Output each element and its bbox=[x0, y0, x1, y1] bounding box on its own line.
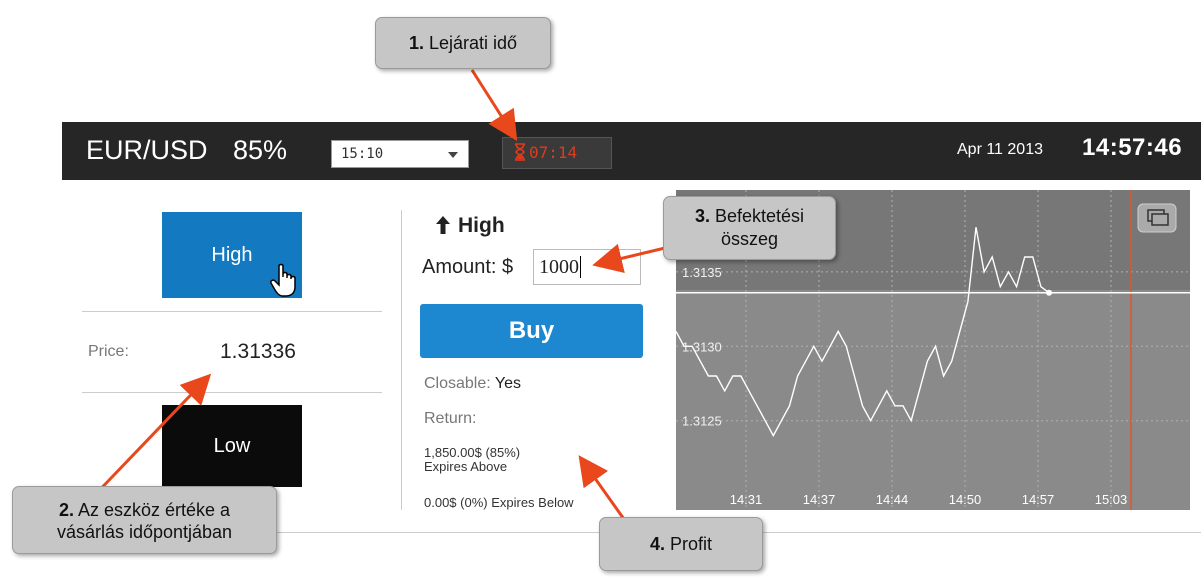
callout-text: Az eszköz értéke a bbox=[77, 500, 231, 520]
arrow-to-profit bbox=[578, 455, 628, 523]
callout-profit: 4. Profit bbox=[599, 517, 763, 571]
arrow-to-amount bbox=[592, 243, 666, 274]
callout-number: 1. bbox=[408, 33, 424, 53]
arrow-to-price bbox=[88, 373, 212, 502]
callout-text: Lejárati idő bbox=[428, 33, 518, 53]
callout-text: Profit bbox=[670, 534, 713, 554]
callout-text: Befektetési bbox=[714, 206, 805, 226]
callout-number: 4. bbox=[649, 534, 665, 554]
callout-text: vásárlás időpontjában bbox=[56, 522, 233, 542]
callout-asset-value: 2. Az eszköz értéke a vásárlás időpontjá… bbox=[12, 486, 277, 554]
callout-investment: 3. Befektetési összeg bbox=[663, 196, 836, 260]
callout-text: összeg bbox=[720, 229, 779, 249]
arrow-to-countdown bbox=[470, 69, 518, 142]
callout-number: 3. bbox=[694, 206, 710, 226]
callout-expiry: 1. Lejárati idő bbox=[375, 17, 551, 69]
callout-number: 2. bbox=[58, 500, 74, 520]
